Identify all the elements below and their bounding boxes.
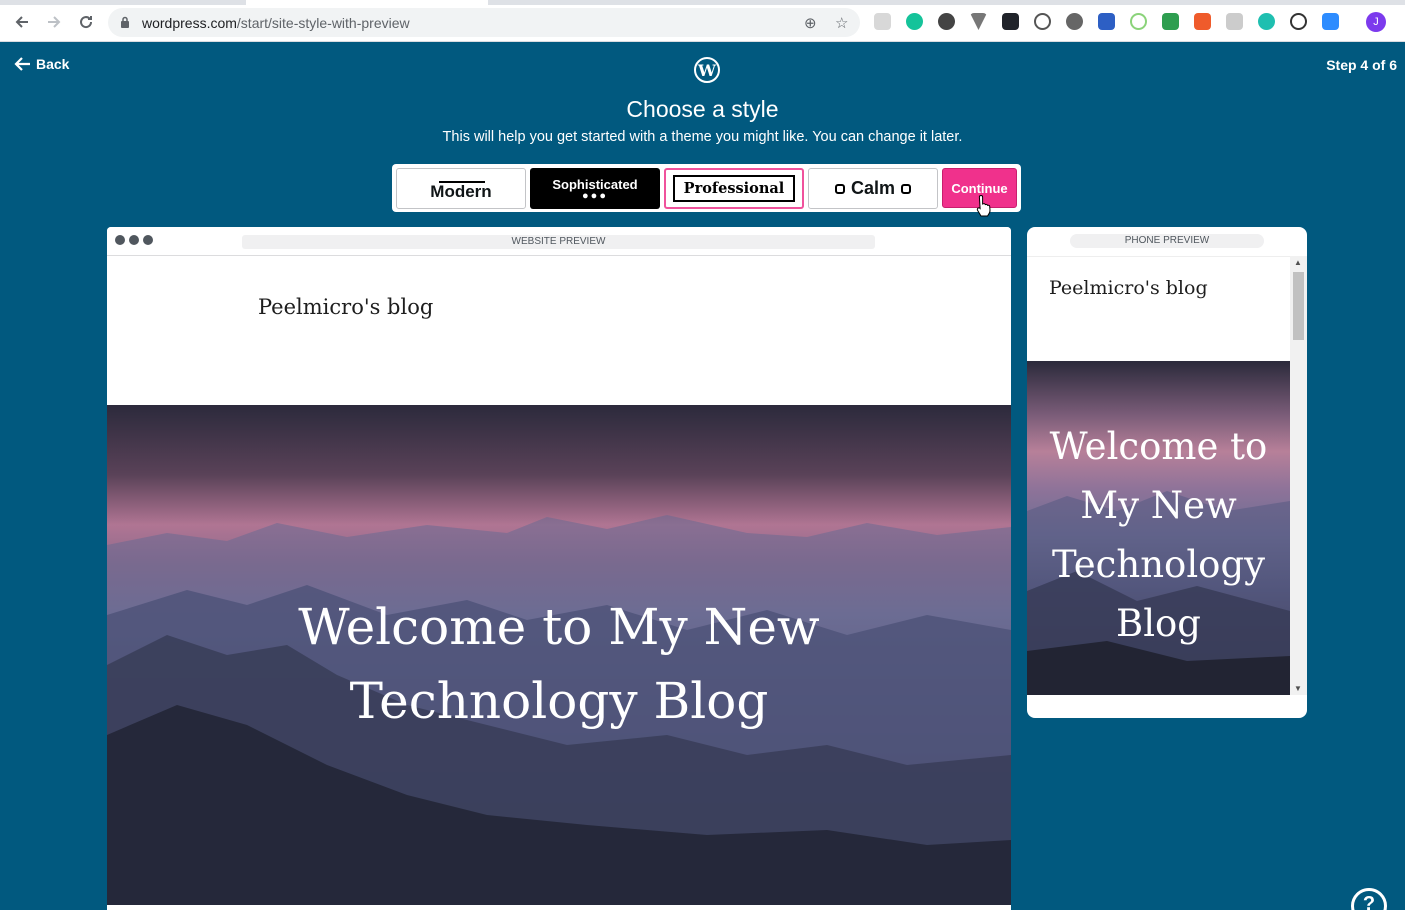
style-chooser: Modern Sophisticated ●●● Professional Ca… <box>392 164 1021 212</box>
phone-preview-label: PHONE PREVIEW <box>1070 234 1264 248</box>
calm-decoration <box>834 183 845 194</box>
style-option-sophisticated[interactable]: Sophisticated ●●● <box>530 168 660 209</box>
extension-icon[interactable] <box>1034 13 1051 30</box>
style-option-calm[interactable]: Calm <box>808 168 938 209</box>
extension-icon[interactable] <box>1226 13 1243 30</box>
scroll-up-icon[interactable]: ▲ <box>1294 258 1302 267</box>
extension-icon[interactable] <box>1290 13 1307 30</box>
style-option-professional[interactable]: Professional <box>664 168 804 209</box>
hero-title: Welcome to My New Technology Blog <box>107 590 1011 738</box>
preview-browser-bar: WEBSITE PREVIEW <box>107 227 1011 256</box>
zoom-icon[interactable]: ⊕ <box>804 14 817 32</box>
sophisticated-decoration: ●●● <box>582 189 608 202</box>
phone-preview: PHONE PREVIEW Peelmicro's blog Welcome t… <box>1027 227 1307 718</box>
hero-title-line: Welcome to My New <box>298 598 820 656</box>
site-title: Peelmicro's blog <box>258 295 434 319</box>
extension-icon[interactable] <box>1162 13 1179 30</box>
website-preview-label: WEBSITE PREVIEW <box>242 235 875 249</box>
reload-icon[interactable] <box>76 12 96 32</box>
scroll-down-icon[interactable]: ▼ <box>1294 684 1302 693</box>
dark-mode-icon[interactable] <box>1066 13 1083 30</box>
back-arrow-icon[interactable] <box>12 12 32 32</box>
website-preview: WEBSITE PREVIEW Peelmicro's blog Welcome… <box>107 227 1011 910</box>
zoom-extension-icon[interactable] <box>1322 13 1339 30</box>
extension-icon[interactable] <box>1258 13 1275 30</box>
hand-cursor-icon <box>976 194 991 217</box>
tab-strip <box>0 0 1405 5</box>
style-option-label: Calm <box>850 178 895 198</box>
browser-toolbar: wordpress.com/start/site-style-with-prev… <box>0 0 1405 42</box>
step-indicator: Step 4 of 6 <box>1326 57 1397 73</box>
calm-decoration <box>901 183 911 194</box>
extension-icon[interactable] <box>874 13 891 30</box>
vue-devtools-icon[interactable] <box>970 13 987 30</box>
back-label: Back <box>36 56 70 72</box>
wordpress-logo-icon: W <box>694 57 720 83</box>
arrow-left-icon <box>14 57 30 71</box>
extension-icon[interactable] <box>1130 13 1147 30</box>
back-button[interactable]: Back <box>14 56 69 72</box>
style-option-modern[interactable]: Modern <box>396 168 526 209</box>
help-button[interactable]: ? <box>1351 888 1387 910</box>
active-tab[interactable] <box>246 0 488 5</box>
hero-title-line: Technology Blog <box>349 672 769 730</box>
modern-decoration <box>439 181 485 183</box>
phone-scrollbar[interactable]: ▲ ▼ <box>1290 256 1307 695</box>
extension-icon[interactable] <box>1194 13 1211 30</box>
lock-icon <box>121 16 129 28</box>
style-option-label: Professional <box>672 175 796 202</box>
window-dots-icon <box>115 235 153 245</box>
page-title: Choose a style <box>626 96 779 122</box>
extension-icon[interactable] <box>938 13 955 30</box>
profile-avatar[interactable]: J <box>1366 12 1386 32</box>
react-devtools-icon[interactable] <box>1002 13 1019 30</box>
hero-image: Welcome to My New Technology Blog <box>1027 361 1290 695</box>
grammarly-icon[interactable] <box>906 13 923 30</box>
page-subtitle: This will help you get started with a th… <box>442 129 963 145</box>
phone-screen[interactable]: Peelmicro's blog Welcome to My New Techn… <box>1027 256 1290 695</box>
hero-image: Welcome to My New Technology Blog <box>107 405 1011 905</box>
extension-icon[interactable] <box>1098 13 1115 30</box>
address-bar[interactable]: wordpress.com/start/site-style-with-prev… <box>108 8 860 37</box>
hero-title: Welcome to My New Technology Blog <box>1049 425 1268 645</box>
url-text: wordpress.com/start/site-style-with-prev… <box>142 15 410 31</box>
site-title: Peelmicro's blog <box>1049 277 1208 299</box>
style-option-label: Modern <box>430 182 492 201</box>
bookmark-star-icon[interactable]: ☆ <box>835 14 848 32</box>
forward-arrow-icon[interactable] <box>44 12 64 32</box>
scrollbar-thumb[interactable] <box>1293 272 1304 340</box>
